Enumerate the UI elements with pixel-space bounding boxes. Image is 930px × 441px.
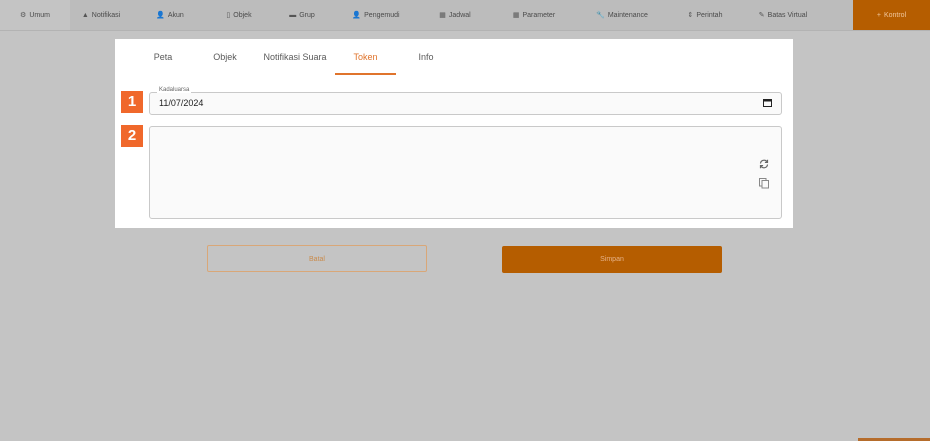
tab-objek[interactable]: Objek — [206, 52, 244, 74]
plus-icon: + — [876, 11, 881, 19]
grid-icon: ▦ — [512, 12, 520, 19]
driver-icon: 👤 — [352, 12, 362, 19]
nav-item-label: Objek — [233, 11, 252, 19]
tab-notifikasi-suara[interactable]: Notifikasi Suara — [263, 52, 327, 74]
nav-item-label: Parameter — [522, 11, 556, 19]
nav-item-label: Perintah — [696, 11, 723, 19]
nav-item-kontrol[interactable]: + Kontrol — [853, 0, 930, 30]
command-icon: ⇕ — [687, 12, 694, 19]
wrench-icon: 🔧 — [596, 12, 605, 19]
nav-item-akun[interactable]: 👤 Akun — [132, 0, 208, 30]
expiry-date-field[interactable]: Kadaluarsa 11/07/2024 — [149, 87, 782, 115]
pencil-icon: ✎ — [758, 12, 765, 19]
nav-item-jadwal[interactable]: ▦ Jadwal — [418, 0, 492, 30]
cancel-button[interactable]: Batal — [207, 245, 427, 272]
nav-item-label: Akun — [167, 11, 184, 19]
folder-icon: ▬ — [289, 11, 297, 19]
gear-icon: ⚙ — [20, 12, 27, 19]
tab-token[interactable]: Token — [335, 52, 396, 74]
tab-bar: Peta Objek Notifikasi Suara Token Info — [115, 39, 793, 75]
calendar-icon: ▦ — [439, 12, 446, 19]
nav-item-label: Kontrol — [883, 11, 907, 19]
nav-item-parameter[interactable]: ▦ Parameter — [492, 0, 576, 30]
nav-item-label: Pengemudi — [364, 11, 400, 19]
save-button[interactable]: Simpan — [502, 246, 722, 273]
nav-item-label: Notifikasi — [91, 11, 121, 19]
step-badge-1: 1 — [121, 91, 143, 113]
expiry-date-label: Kadaluarsa — [157, 87, 192, 93]
step-badge-2: 2 — [121, 125, 143, 147]
nav-item-pengemudi[interactable]: 👤 Pengemudi — [334, 0, 418, 30]
nav-item-maintenance[interactable]: 🔧 Maintenance — [576, 0, 668, 30]
nav-item-notifikasi[interactable]: ▲ Notifikasi — [70, 0, 132, 30]
user-icon: 👤 — [156, 12, 165, 19]
top-nav-bar: ⚙ Umum ▲ Notifikasi 👤 Akun ▯ Objek ▬ Gru… — [0, 0, 930, 31]
active-tab-indicator — [335, 73, 396, 75]
nav-item-grup[interactable]: ▬ Grup — [270, 0, 334, 30]
nav-item-perintah[interactable]: ⇕ Perintah — [668, 0, 742, 30]
nav-item-batas-virtual[interactable]: ✎ Batas Virtual — [742, 0, 824, 30]
tab-info[interactable]: Info — [410, 52, 442, 74]
calendar-icon[interactable] — [763, 98, 772, 107]
nav-item-label: Maintenance — [607, 11, 648, 19]
copy-icon[interactable] — [758, 177, 770, 189]
nav-item-label: Jadwal — [448, 11, 471, 19]
nav-item-label: Umum — [29, 11, 50, 19]
bell-icon: ▲ — [81, 11, 89, 19]
nav-item-umum[interactable]: ⚙ Umum — [0, 0, 70, 30]
nav-item-label: Grup — [299, 11, 315, 19]
nav-item-label: Batas Virtual — [767, 11, 808, 19]
token-textarea[interactable] — [149, 126, 782, 219]
expiry-date-value: 11/07/2024 — [159, 98, 204, 108]
phone-icon: ▯ — [226, 12, 231, 19]
nav-item-objek[interactable]: ▯ Objek — [208, 0, 270, 30]
tab-peta[interactable]: Peta — [146, 52, 180, 74]
settings-panel: Peta Objek Notifikasi Suara Token Info 1… — [115, 39, 793, 228]
refresh-icon[interactable] — [758, 158, 770, 170]
